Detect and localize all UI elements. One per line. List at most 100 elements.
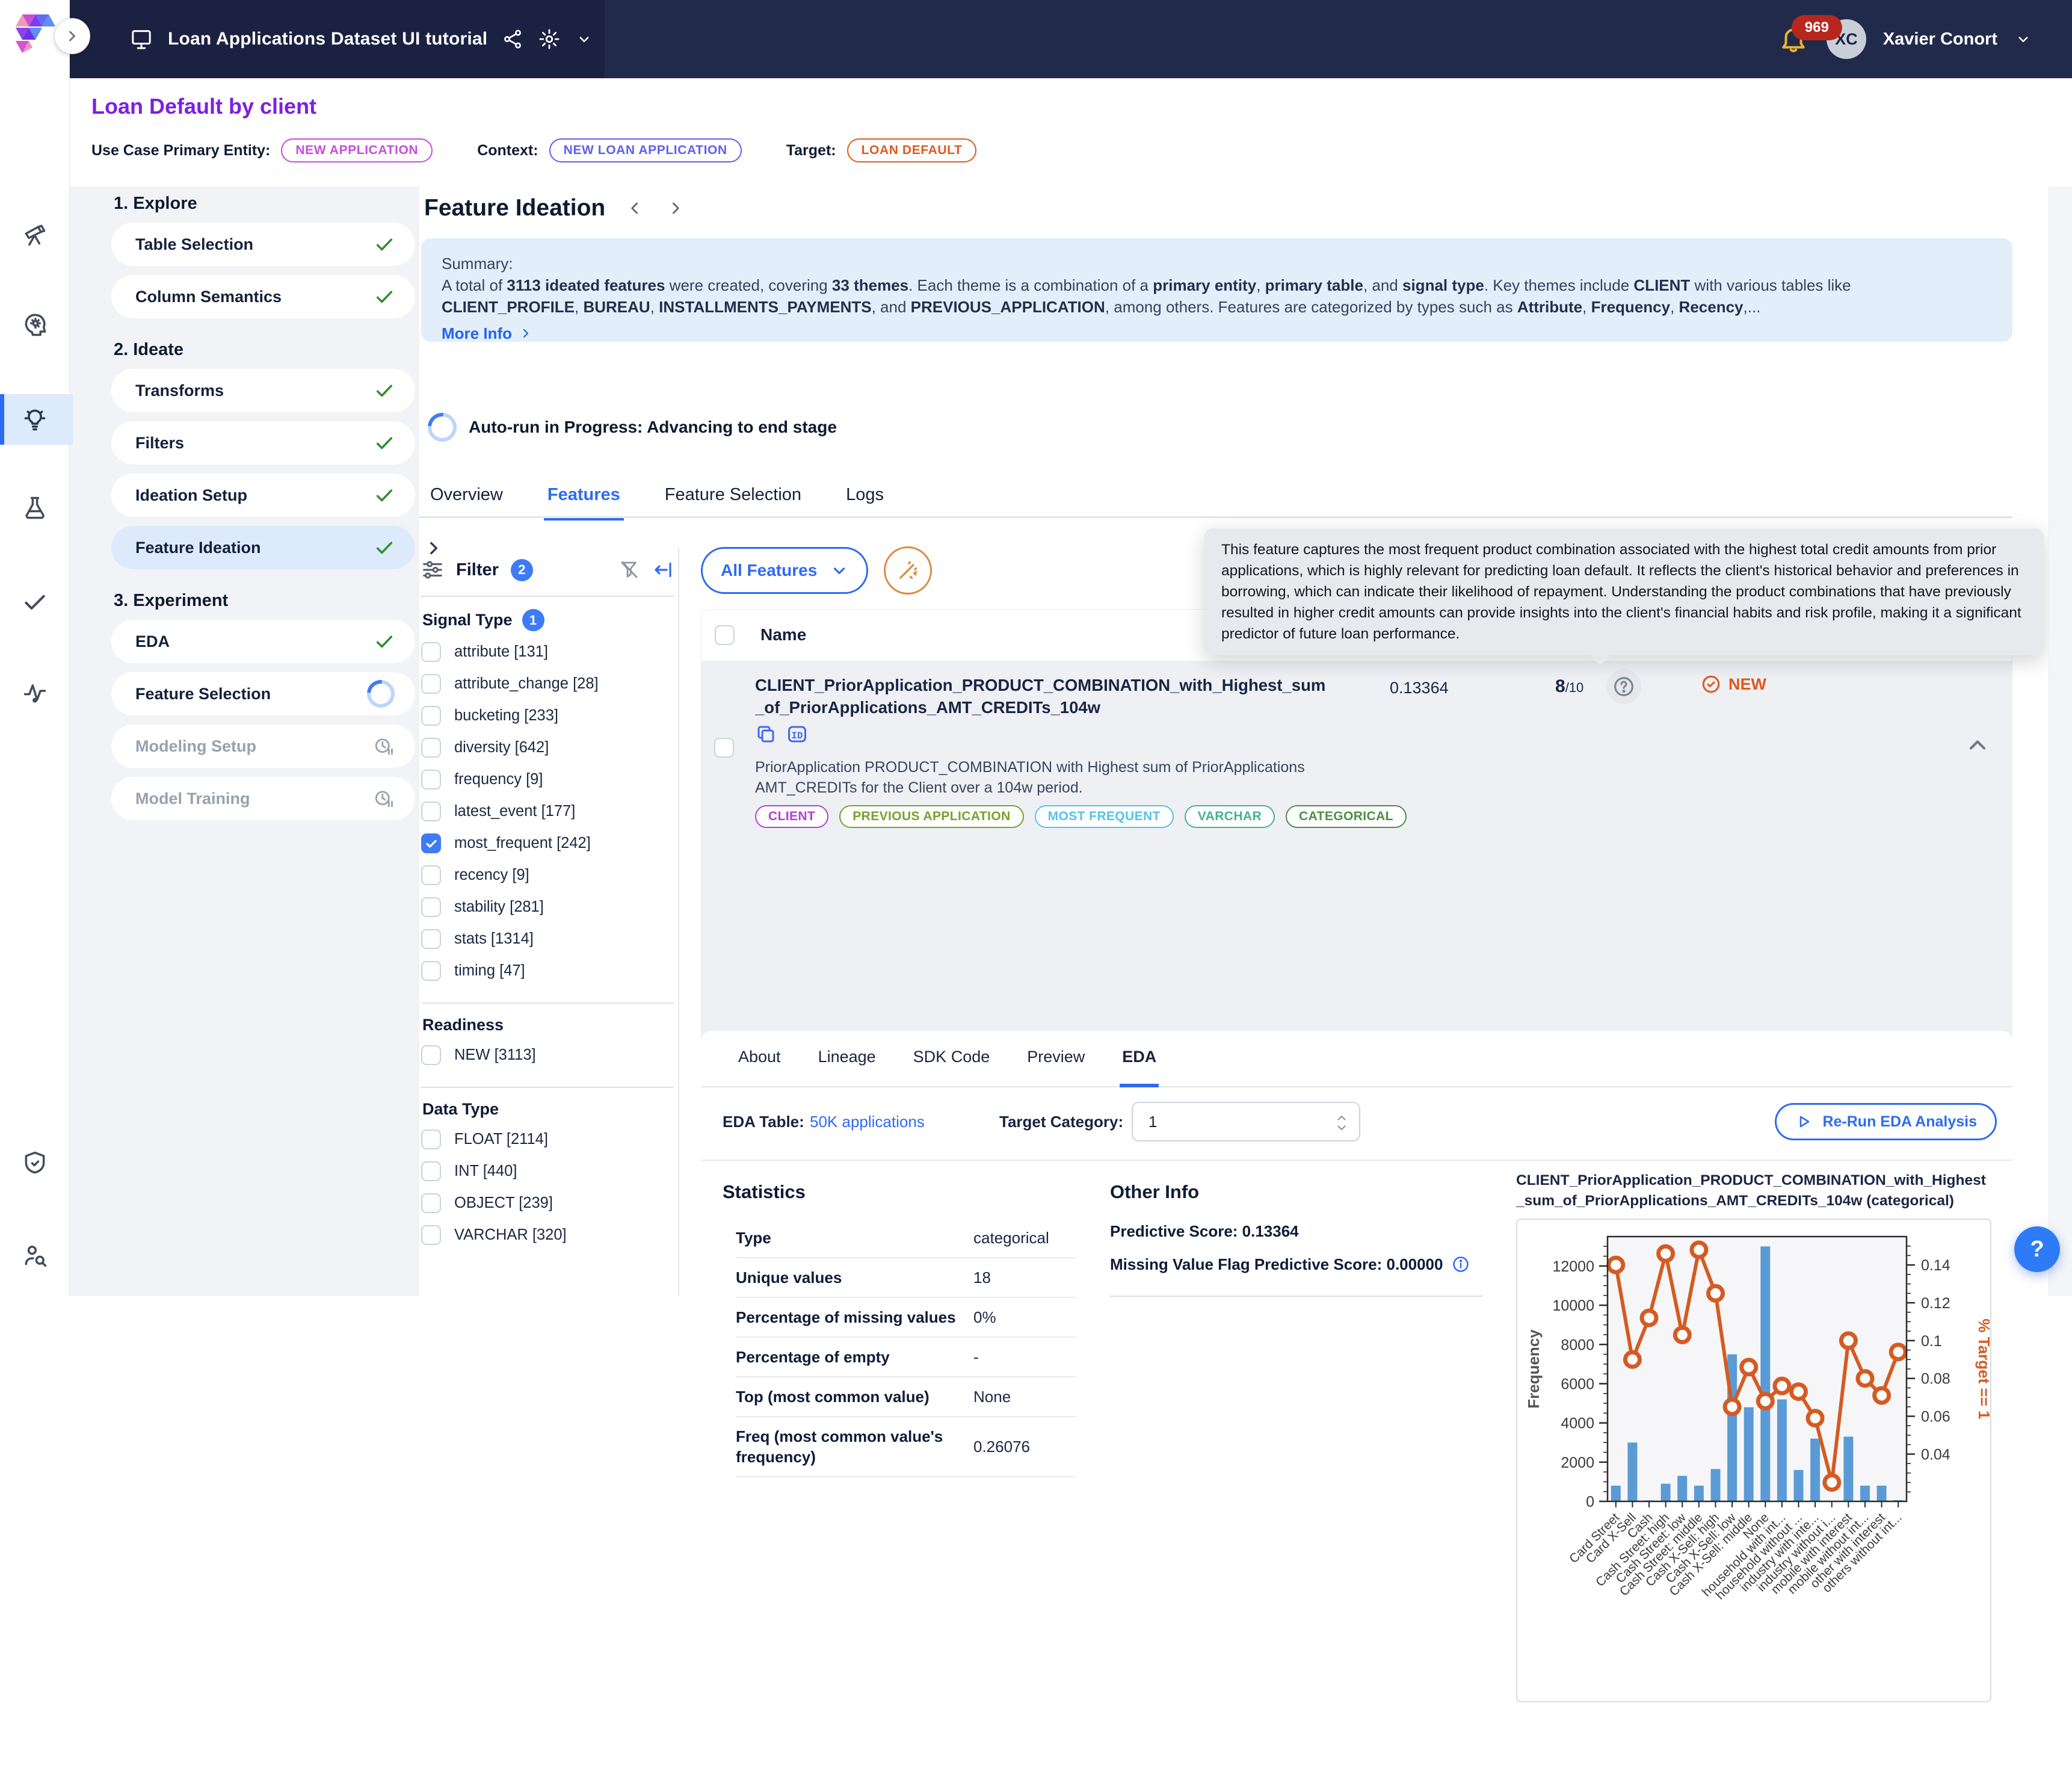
wizard-item-column-semantics[interactable]: Column Semantics	[111, 275, 415, 318]
wizard-item-eda[interactable]: EDA	[111, 620, 415, 663]
tab-logs[interactable]: Logs	[846, 485, 884, 521]
filter-option-label: timing [47]	[454, 962, 525, 980]
checkbox[interactable]	[421, 674, 441, 694]
filter-option-attribute[interactable]: attribute [131]	[421, 636, 674, 668]
checkbox[interactable]	[421, 1129, 441, 1149]
detail-tab-about[interactable]: About	[738, 1048, 781, 1087]
shield-check-icon[interactable]	[22, 1149, 48, 1176]
workspace-title[interactable]: Loan Applications Dataset UI tutorial	[168, 29, 487, 49]
select-all-checkbox[interactable]	[715, 625, 735, 645]
stepper-icon[interactable]	[1335, 1111, 1348, 1134]
detail-tab-preview[interactable]: Preview	[1027, 1048, 1085, 1087]
copy-icon[interactable]	[755, 723, 777, 745]
eda-table-link[interactable]: 50K applications	[810, 1113, 925, 1131]
checkbox[interactable]	[421, 1161, 441, 1181]
checkbox[interactable]	[421, 802, 441, 821]
id-icon[interactable]: ID	[786, 723, 808, 745]
filter-option-attribute_change[interactable]: attribute_change [28]	[421, 668, 674, 700]
checkbox[interactable]	[421, 961, 441, 981]
checkbox[interactable]	[421, 833, 441, 853]
magic-wand-button[interactable]	[884, 546, 932, 595]
filter-option-int[interactable]: INT [440]	[421, 1155, 674, 1187]
target-pill[interactable]: LOAN DEFAULT	[847, 138, 977, 162]
target-category-select[interactable]: 1	[1132, 1102, 1360, 1142]
filter-option-varchar[interactable]: VARCHAR [320]	[421, 1219, 674, 1251]
rerun-eda-button[interactable]: Re-Run EDA Analysis	[1775, 1103, 1997, 1140]
detail-tab-sdk-code[interactable]: SDK Code	[913, 1048, 990, 1087]
filter-option-new[interactable]: NEW [3113]	[421, 1039, 674, 1071]
user-search-icon[interactable]	[22, 1242, 48, 1268]
detail-tab-lineage[interactable]: Lineage	[818, 1048, 876, 1087]
feature-name[interactable]: CLIENT_PriorApplication_PRODUCT_COMBINAT…	[755, 674, 1330, 718]
feature-checkbox[interactable]	[714, 738, 734, 758]
filter-option-object[interactable]: OBJECT [239]	[421, 1187, 674, 1219]
checkbox[interactable]	[421, 642, 441, 662]
wizard-item-modeling-setup[interactable]: Modeling Setup	[111, 725, 415, 768]
checkbox[interactable]	[421, 1225, 441, 1245]
filter-option-latest_event[interactable]: latest_event [177]	[421, 796, 674, 827]
checkbox[interactable]	[421, 706, 441, 726]
notification-count-badge[interactable]: 969	[1792, 15, 1842, 40]
primary-entity-pill[interactable]: NEW APPLICATION	[281, 138, 433, 162]
wizard-item-filters[interactable]: Filters	[111, 421, 415, 465]
filter-option-bucketing[interactable]: bucketing [233]	[421, 700, 674, 732]
wizard-item-table-selection[interactable]: Table Selection	[111, 223, 415, 266]
chevron-right-icon[interactable]	[424, 538, 444, 558]
tab-overview[interactable]: Overview	[430, 485, 503, 521]
filter-option-diversity[interactable]: diversity [642]	[421, 732, 674, 764]
filter-option-most_frequent[interactable]: most_frequent [242]	[421, 827, 674, 859]
explore-telescope-icon[interactable]	[22, 221, 48, 248]
feature-row[interactable]: CLIENT_PriorApplication_PRODUCT_COMBINAT…	[701, 661, 2012, 1296]
info-icon[interactable]	[1451, 1255, 1470, 1274]
context-pill[interactable]: NEW LOAN APPLICATION	[549, 138, 742, 162]
clear-filter-icon[interactable]	[618, 559, 640, 581]
collapse-filter-icon[interactable]	[652, 559, 674, 581]
notifications-bell-icon[interactable]: 969	[1778, 23, 1810, 55]
experiment-flask-icon[interactable]	[22, 495, 48, 521]
filter-option-recency[interactable]: recency [9]	[421, 859, 674, 891]
stat-label: Percentage of empty	[736, 1347, 973, 1367]
wizard-item-feature-ideation[interactable]: Feature Ideation	[111, 526, 415, 569]
checkbox[interactable]	[421, 1045, 441, 1065]
checkbox[interactable]	[421, 897, 441, 917]
workspace-chevron-down-icon[interactable]	[575, 30, 593, 48]
wizard-item-feature-selection[interactable]: Feature Selection	[111, 672, 415, 715]
collapse-row-chevron-up-icon[interactable]	[1964, 732, 1991, 758]
summary-text: A total of 3113 ideated features were cr…	[442, 274, 1992, 318]
ideate-lightbulb-icon[interactable]	[22, 406, 48, 433]
sidebar-expand-button[interactable]	[54, 18, 90, 54]
checkbox[interactable]	[421, 865, 441, 885]
tab-features[interactable]: Features	[547, 485, 620, 521]
scrollbar-track[interactable]	[2049, 187, 2072, 1296]
more-info-link[interactable]: More Info	[442, 323, 532, 344]
readiness-help-icon[interactable]	[1606, 669, 1641, 704]
wizard-item-transforms[interactable]: Transforms	[111, 369, 415, 412]
prev-step-icon[interactable]	[626, 199, 645, 218]
checkbox[interactable]	[421, 1193, 441, 1213]
filter-option-timing[interactable]: timing [47]	[421, 955, 674, 987]
tab-feature-selection[interactable]: Feature Selection	[665, 485, 801, 521]
feature-tag: PREVIOUS APPLICATION	[839, 805, 1023, 828]
feature-scope-dropdown[interactable]: All Features	[701, 547, 868, 594]
validate-check-icon[interactable]	[22, 589, 48, 615]
filter-option-stability[interactable]: stability [281]	[421, 891, 674, 923]
next-step-icon[interactable]	[665, 199, 685, 218]
share-icon[interactable]	[502, 28, 523, 50]
semantics-brain-icon[interactable]	[22, 312, 48, 338]
detail-tab-eda[interactable]: EDA	[1122, 1048, 1156, 1087]
user-menu-chevron-down-icon[interactable]	[2014, 30, 2032, 48]
filter-option-stats[interactable]: stats [1314]	[421, 923, 674, 955]
checkbox[interactable]	[421, 770, 441, 789]
monitor-pulse-icon[interactable]	[22, 679, 48, 705]
gear-icon[interactable]	[538, 28, 561, 51]
help-button[interactable]: ?	[2014, 1226, 2060, 1272]
filter-option-float[interactable]: FLOAT [2114]	[421, 1123, 674, 1155]
wizard-item-model-training[interactable]: Model Training	[111, 777, 415, 820]
filter-option-frequency[interactable]: frequency [9]	[421, 764, 674, 796]
svg-text:ID: ID	[792, 731, 803, 741]
checkbox[interactable]	[421, 738, 441, 758]
checkbox[interactable]	[421, 929, 441, 949]
wizard-item-ideation-setup[interactable]: Ideation Setup	[111, 474, 415, 517]
filter-option-label: OBJECT [239]	[454, 1194, 553, 1212]
filter-option-label: NEW [3113]	[454, 1046, 536, 1064]
